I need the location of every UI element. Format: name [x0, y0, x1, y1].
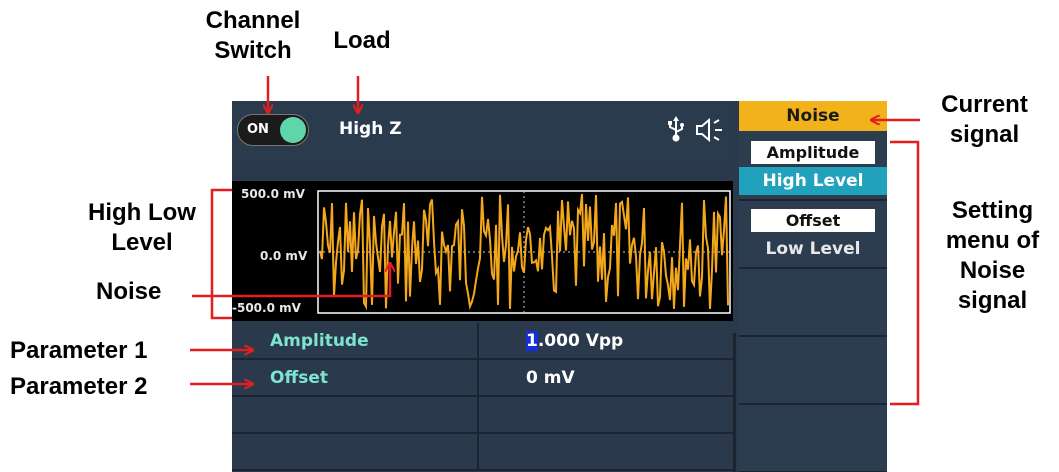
annotation-arrows [190, 76, 920, 406]
